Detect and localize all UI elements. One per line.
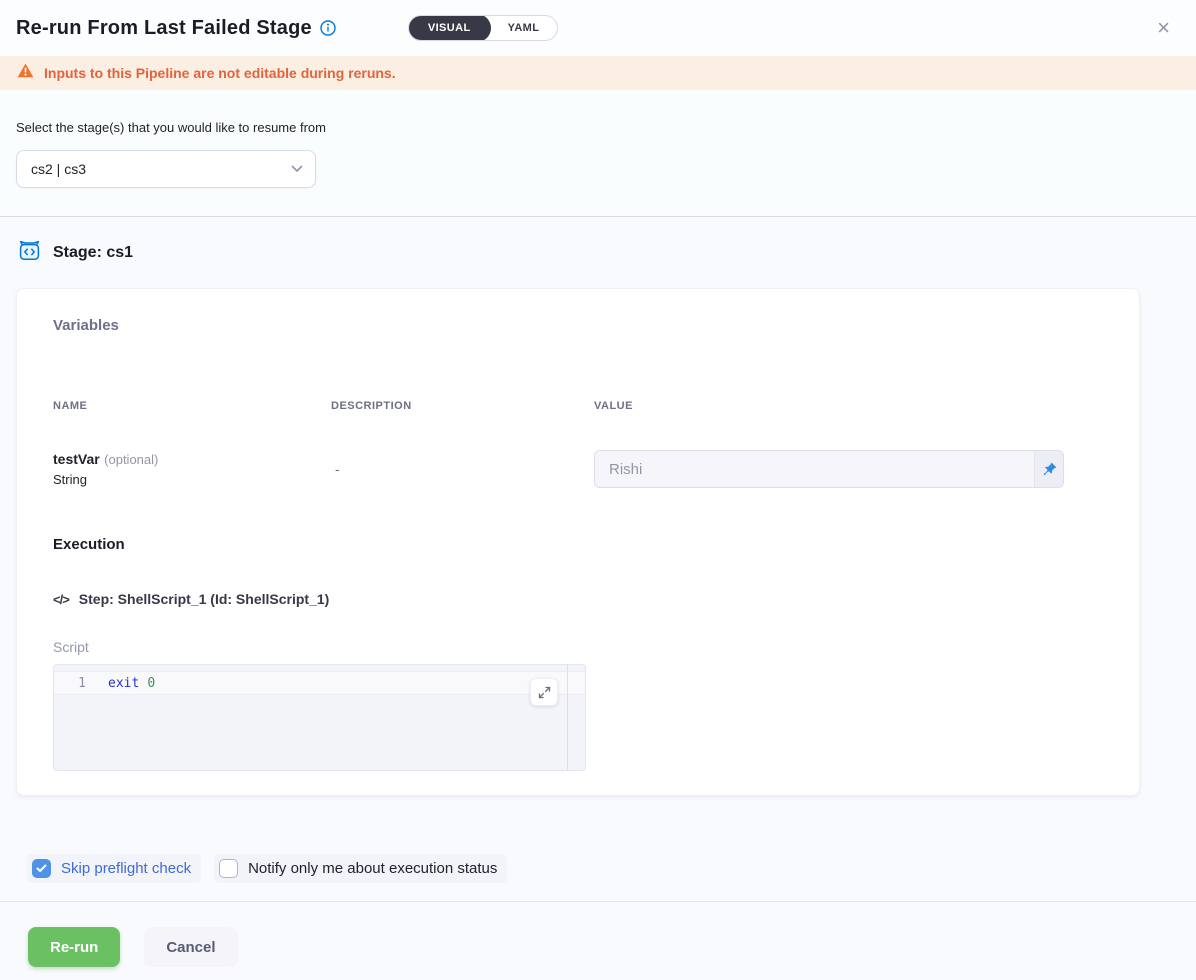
code-step-icon: </> [53,592,69,607]
variables-heading: Variables [53,317,1103,334]
variable-row: testVar (optional) String - [53,448,1103,490]
column-header-value: VALUE [594,400,1103,412]
variables-header-row: NAME DESCRIPTION VALUE [53,400,1103,412]
page-title: Re-run From Last Failed Stage [16,17,312,40]
chevron-down-icon [291,160,303,178]
editor-line: 1 exit 0 [54,671,585,695]
run-options-row: Skip preflight check Notify only me abou… [27,854,1196,883]
step-title: Step: ShellScript_1 (Id: ShellScript_1) [79,591,330,607]
variable-description: - [331,461,594,477]
skip-preflight-label: Skip preflight check [61,860,191,877]
warning-text: Inputs to this Pipeline are not editable… [44,65,396,81]
variable-value-field [594,450,1064,488]
close-icon[interactable]: × [1151,15,1176,41]
warning-banner: Inputs to this Pipeline are not editable… [0,56,1196,90]
step-row: </> Step: ShellScript_1 (Id: ShellScript… [53,591,1103,607]
info-icon[interactable] [320,20,336,36]
variable-name: testVar [53,451,100,467]
column-header-name: NAME [53,400,331,412]
execution-heading: Execution [53,536,1103,553]
warning-icon [17,63,34,83]
notify-me-label: Notify only me about execution status [248,860,497,877]
pin-icon[interactable] [1034,451,1063,487]
modal-footer: Re-run Cancel [0,902,1196,967]
toggle-yaml[interactable]: YAML [490,15,558,41]
editor-line-number: 1 [54,676,108,691]
stage-section: Stage: cs1 Variables NAME DESCRIPTION VA… [0,240,1196,796]
notify-me-checkbox[interactable] [219,859,238,878]
modal-header: Re-run From Last Failed Stage VISUAL YAM… [0,0,1196,56]
toggle-visual[interactable]: VISUAL [408,15,491,41]
stage-title: Stage: cs1 [53,244,133,262]
notify-me-option[interactable]: Notify only me about execution status [214,854,507,883]
variable-type: String [53,471,331,490]
rerun-pipeline-modal: Re-run From Last Failed Stage VISUAL YAM… [0,0,1196,980]
code-number: 0 [147,676,155,691]
ci-stage-icon [18,240,41,266]
visual-yaml-toggle: VISUAL YAML [408,15,559,41]
stage-select-section: Select the stage(s) that you would like … [0,90,1196,217]
variable-value-input[interactable] [595,451,1034,487]
stage-title-row: Stage: cs1 [18,240,1180,266]
cancel-button[interactable]: Cancel [144,927,237,967]
variable-optional-tag: (optional) [104,452,158,467]
variable-name-cell: testVar (optional) String [53,448,331,490]
skip-preflight-checkbox[interactable] [32,859,51,878]
skip-preflight-option[interactable]: Skip preflight check [27,854,201,883]
code-keyword: exit [108,676,139,691]
rerun-button[interactable]: Re-run [28,927,120,967]
stage-select-dropdown[interactable]: cs2 | cs3 [16,150,316,188]
stage-select-label: Select the stage(s) that you would like … [16,120,1180,135]
stage-card: Variables NAME DESCRIPTION VALUE testVar… [16,288,1140,796]
column-header-description: DESCRIPTION [331,400,594,412]
script-editor[interactable]: 1 exit 0 [53,664,586,771]
script-label: Script [53,639,1103,655]
expand-editor-icon[interactable] [530,678,558,706]
stage-select-value: cs2 | cs3 [31,161,86,177]
